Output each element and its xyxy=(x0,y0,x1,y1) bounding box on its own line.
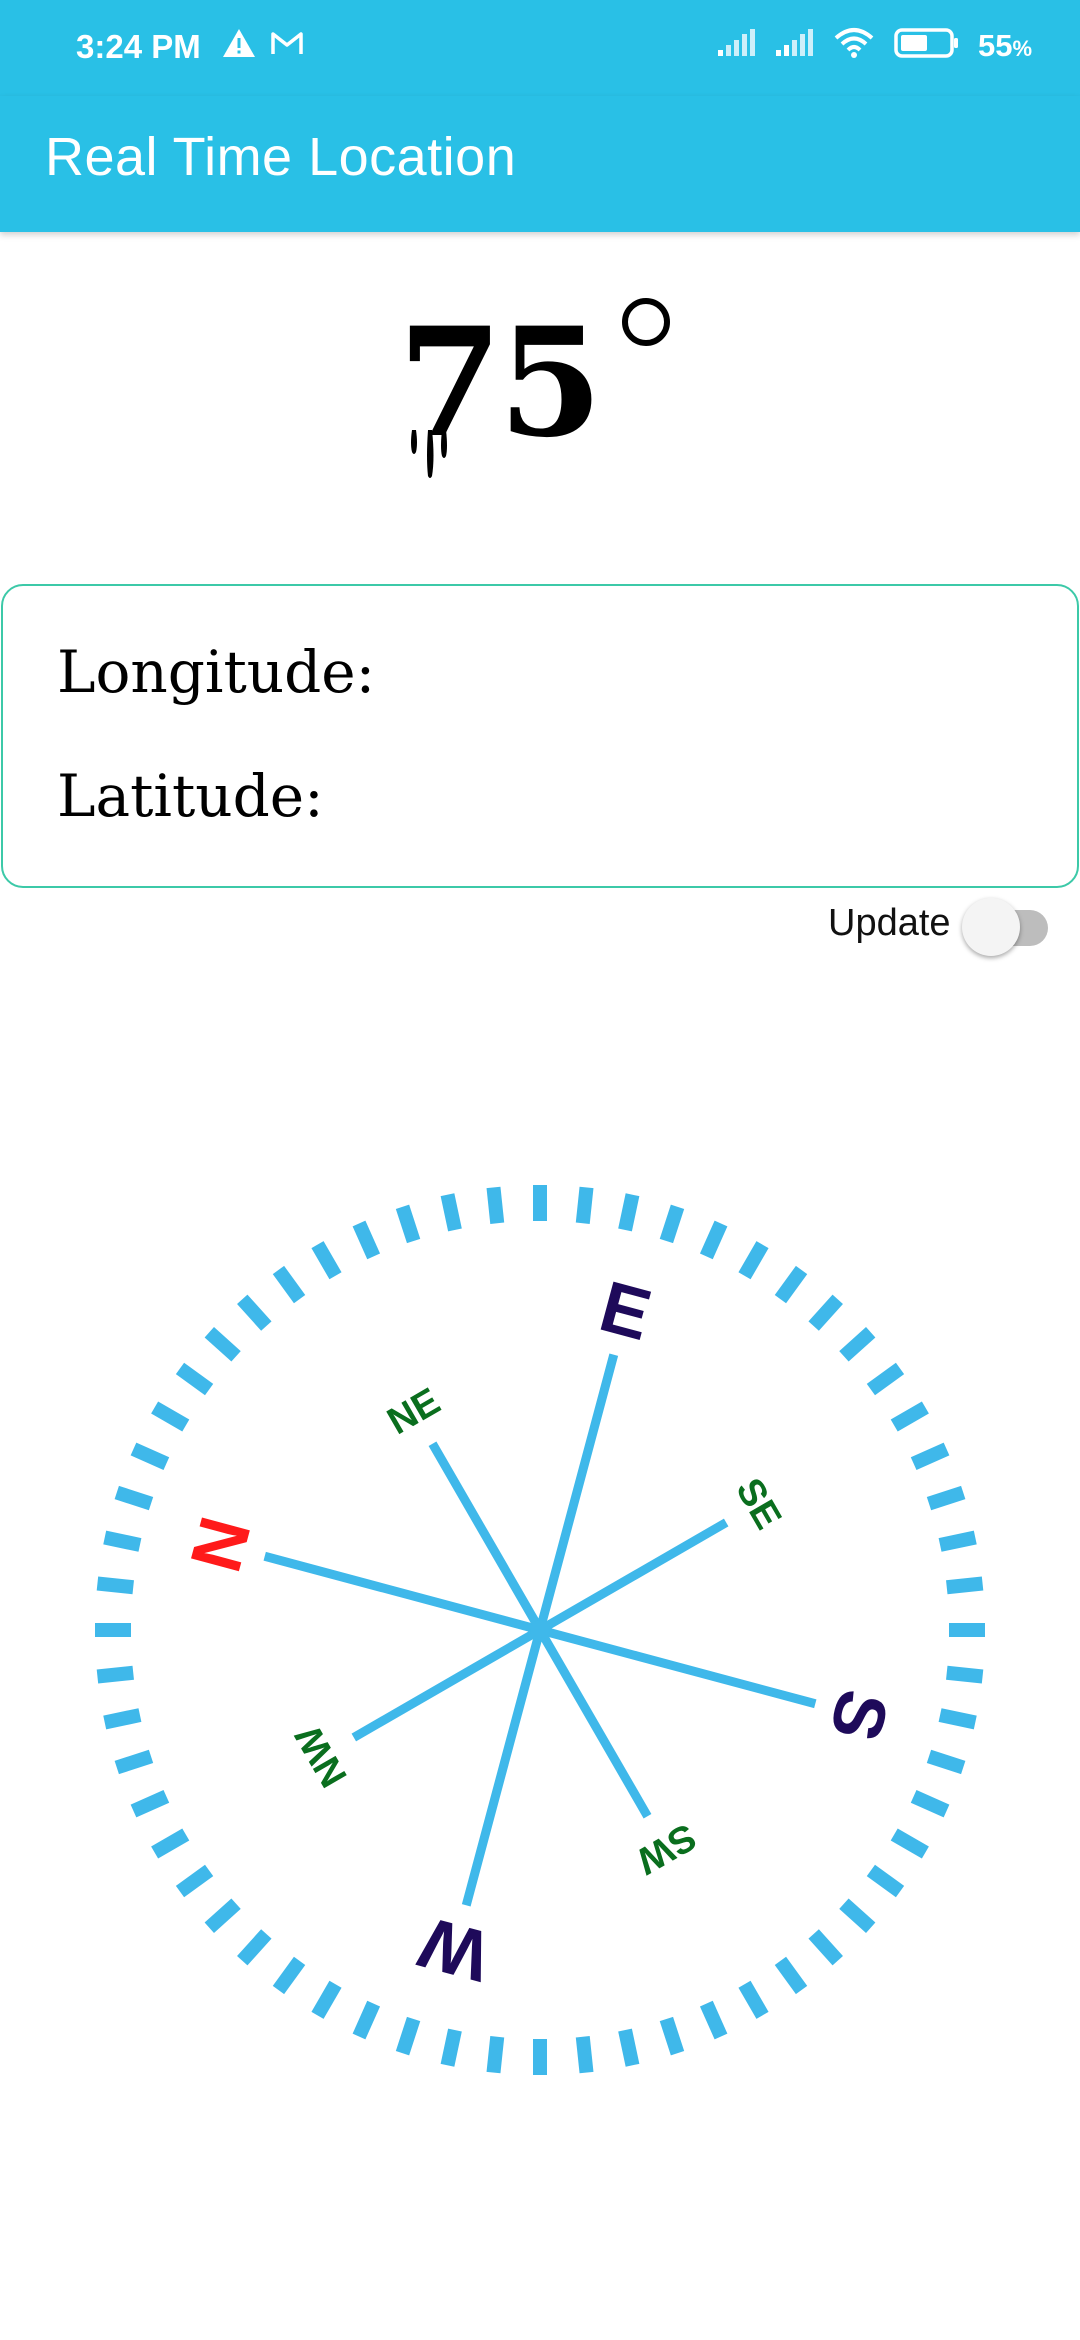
compass-tick xyxy=(352,1220,381,1260)
compass-tick xyxy=(946,1576,984,1595)
compass-tick xyxy=(311,1241,342,1280)
compass-tick xyxy=(618,2028,640,2067)
compass-tick xyxy=(130,1789,170,1818)
location-card: Longitude: Latitude: xyxy=(1,584,1079,888)
compass-label-w: W xyxy=(411,1901,497,1996)
compass-tick xyxy=(486,2036,505,2074)
compass-tick xyxy=(95,1623,131,1637)
compass-tick xyxy=(926,1749,966,1775)
compass-label-n: N xyxy=(176,1509,267,1580)
compass-label-s: S xyxy=(814,1682,904,1749)
status-notification-icons xyxy=(222,28,304,63)
compass-tick xyxy=(395,1204,421,1244)
drip-decoration-icon xyxy=(411,430,447,478)
compass-tick xyxy=(738,1241,769,1280)
gmail-icon xyxy=(270,30,304,61)
compass-tick xyxy=(659,2016,685,2056)
compass-tick xyxy=(618,1193,640,1232)
compass-tick xyxy=(352,2000,381,2040)
compass-tick xyxy=(699,2000,728,2040)
longitude-label: Longitude: xyxy=(57,638,376,706)
compass-tick xyxy=(575,1186,594,1224)
compass-tick xyxy=(533,1185,547,1221)
compass-tick xyxy=(151,1828,190,1859)
update-toggle-thumb[interactable] xyxy=(962,898,1020,956)
compass-tick xyxy=(910,1442,950,1471)
compass-rose: NESWNESESWNW xyxy=(95,1185,985,2075)
compass-tick xyxy=(926,1485,966,1511)
heading-display: 75 xyxy=(0,270,1080,500)
battery-percent: 55% xyxy=(977,27,1032,63)
compass-center xyxy=(530,1620,550,1640)
compass-tick xyxy=(808,1929,843,1966)
compass-tick xyxy=(774,1265,808,1304)
compass-tick xyxy=(130,1442,170,1471)
app-bar: Real Time Location xyxy=(0,96,1080,232)
compass-tick xyxy=(910,1789,950,1818)
compass-label-sw: SW xyxy=(629,1815,703,1882)
warning-icon xyxy=(222,28,256,63)
compass-tick xyxy=(866,1362,905,1396)
battery-icon xyxy=(894,27,960,64)
compass-label-nw: NW xyxy=(288,1718,356,1794)
compass-tick xyxy=(575,2036,594,2074)
compass-tick xyxy=(738,1980,769,2019)
status-time: 3:24 PM xyxy=(76,28,201,65)
compass-tick xyxy=(237,1929,272,1966)
update-label: Update xyxy=(828,902,951,944)
compass-tick xyxy=(659,1204,685,1244)
compass-tick xyxy=(938,1530,977,1552)
signal-icon xyxy=(716,28,756,63)
compass-tick xyxy=(866,1864,905,1898)
compass-label-e: E xyxy=(592,1266,659,1356)
compass-tick xyxy=(96,1576,134,1595)
compass-tick xyxy=(175,1362,214,1396)
status-system-icons: 55% xyxy=(716,26,1032,65)
compass-tick xyxy=(395,2016,421,2056)
compass-tick xyxy=(938,1708,977,1730)
compass-label-se: SE xyxy=(727,1472,789,1537)
compass-tick xyxy=(890,1401,929,1432)
compass-tick xyxy=(204,1327,241,1362)
compass-tick xyxy=(114,1485,154,1511)
compass-label-ne: NE xyxy=(381,1380,448,1443)
degree-symbol-icon xyxy=(622,298,670,346)
compass-tick xyxy=(311,1980,342,2019)
compass-tick xyxy=(774,1956,808,1995)
compass-tick xyxy=(440,2028,462,2067)
compass-tick xyxy=(114,1749,154,1775)
compass-tick xyxy=(103,1708,142,1730)
compass-tick xyxy=(839,1898,876,1933)
wifi-icon xyxy=(832,26,876,65)
compass-tick xyxy=(204,1898,241,1933)
compass-tick xyxy=(440,1193,462,1232)
compass-tick xyxy=(949,1623,985,1637)
compass-tick xyxy=(699,1220,728,1260)
app-title: Real Time Location xyxy=(45,127,517,187)
latitude-label: Latitude: xyxy=(57,762,324,830)
compass-tick xyxy=(272,1956,306,1995)
compass-tick xyxy=(533,2039,547,2075)
compass-tick xyxy=(151,1401,190,1432)
compass-tick xyxy=(808,1294,843,1331)
compass-tick xyxy=(272,1265,306,1304)
status-bar: 3:24 PM 55% xyxy=(0,0,1080,96)
compass-tick xyxy=(890,1828,929,1859)
compass-tick xyxy=(103,1530,142,1552)
compass-tick xyxy=(175,1864,214,1898)
signal-icon xyxy=(774,28,814,63)
compass-tick xyxy=(486,1186,505,1224)
compass-tick xyxy=(946,1665,984,1684)
compass-tick xyxy=(96,1665,134,1684)
compass-tick xyxy=(237,1294,272,1331)
compass-tick xyxy=(839,1327,876,1362)
